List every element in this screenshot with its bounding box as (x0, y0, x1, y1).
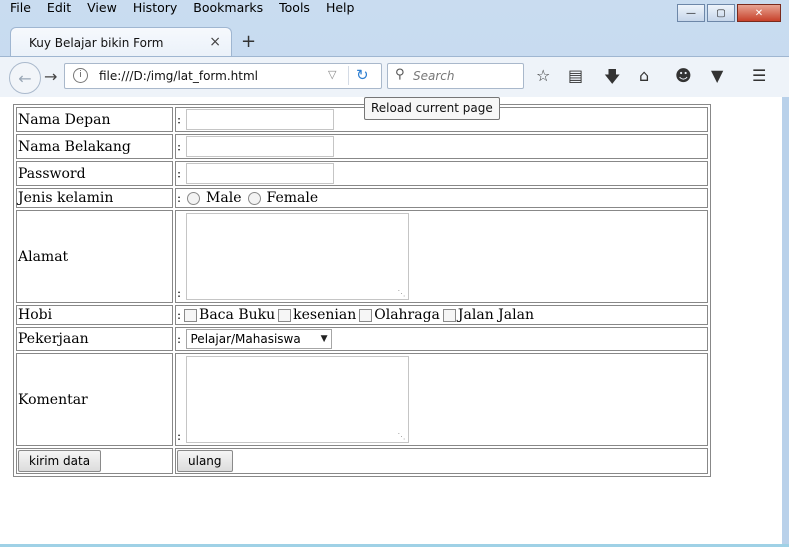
url-text[interactable]: file:///D:/img/lat_form.html (99, 69, 258, 83)
table-row: Alamat : ⋱ (16, 210, 708, 303)
chevron-down-icon: ▼ (320, 334, 328, 344)
menu-edit[interactable]: Edit (37, 0, 77, 18)
address-textarea[interactable]: ⋱ (185, 213, 409, 300)
first-name-input[interactable] (185, 109, 334, 130)
bookmark-star-icon[interactable]: ☆ (536, 66, 550, 85)
submit-button[interactable]: kirim data (18, 450, 102, 472)
resize-grip-icon[interactable]: ⋱ (398, 432, 406, 441)
password-input[interactable] (185, 163, 334, 184)
back-button[interactable]: ← (9, 62, 41, 94)
info-icon[interactable]: i (73, 68, 88, 83)
colon: : (177, 286, 182, 300)
gender-cell: : Male Female (175, 188, 708, 208)
menu-history[interactable]: History (123, 0, 183, 18)
window-controls: — ▢ ✕ (677, 4, 781, 22)
reset-cell: ulang (175, 448, 708, 474)
job-select[interactable]: Pelajar/Mahasiswa ▼ (185, 329, 332, 349)
comment-cell: : ⋱ (175, 353, 708, 446)
pocket-icon[interactable]: ▼ (711, 66, 723, 85)
password-label: Password (16, 161, 173, 186)
tab-active[interactable]: Kuy Belajar bikin Form × (10, 27, 232, 58)
menu-help[interactable]: Help (316, 0, 361, 18)
minimize-button[interactable]: — (677, 4, 705, 22)
search-input[interactable]: ⚲ Search (387, 63, 524, 89)
address-label: Alamat (16, 210, 173, 303)
menu-bar: File Edit View History Bookmarks Tools H… (0, 0, 680, 18)
colon: : (177, 191, 182, 205)
url-dropdown-icon[interactable]: ▽ (328, 68, 336, 81)
forward-arrow-icon[interactable]: → (44, 67, 57, 86)
hobby-label-read: Baca Buku (199, 307, 276, 323)
colon: : (177, 429, 182, 443)
table-row: Komentar : ⋱ (16, 353, 708, 446)
close-window-button[interactable]: ✕ (737, 4, 781, 22)
menu-hamburger-icon[interactable]: ☰ (752, 66, 766, 85)
maximize-button[interactable]: ▢ (707, 4, 735, 22)
hobby-label-art: kesenian (293, 307, 357, 323)
table-row: Password : (16, 161, 708, 186)
home-icon[interactable]: ⌂ (639, 66, 649, 85)
form-table: Nama Depan : Nama Belakang : Password : … (13, 104, 711, 477)
search-placeholder: Search (413, 69, 455, 83)
hobby-label: Hobi (16, 305, 173, 325)
menu-view[interactable]: View (77, 0, 123, 18)
new-tab-button[interactable]: + (241, 31, 256, 52)
reload-icon[interactable]: ↻ (356, 66, 369, 84)
back-arrow-icon: ← (18, 68, 32, 88)
menu-file[interactable]: File (0, 0, 37, 18)
reading-list-icon[interactable]: ▤ (568, 66, 583, 85)
comment-textarea[interactable]: ⋱ (185, 356, 409, 443)
male-radio[interactable] (187, 191, 201, 205)
table-row: kirim data ulang (16, 448, 708, 474)
hobby-checkbox-travel[interactable] (442, 308, 456, 322)
submit-cell: kirim data (16, 448, 173, 474)
hobby-checkbox-sport[interactable] (359, 308, 373, 322)
first-name-label: Nama Depan (16, 107, 173, 132)
reset-button[interactable]: ulang (177, 450, 233, 472)
colon: : (177, 308, 182, 322)
hello-chat-icon[interactable]: ☻ (675, 66, 692, 85)
table-row: Nama Depan : (16, 107, 708, 132)
comment-label: Komentar (16, 353, 173, 446)
address-cell: : ⋱ (175, 210, 708, 303)
table-row: Nama Belakang : (16, 134, 708, 159)
tab-title: Kuy Belajar bikin Form (29, 36, 164, 50)
colon: : (177, 139, 182, 154)
female-radio[interactable] (247, 191, 261, 205)
hobby-cell: : Baca Buku kesenian Olahraga Jalan Jalan (175, 305, 708, 325)
male-label: Male (206, 190, 242, 206)
colon: : (177, 112, 182, 127)
url-bar[interactable]: i file:///D:/img/lat_form.html ▽ ↻ (64, 63, 382, 89)
browser-window: File Edit View History Bookmarks Tools H… (0, 0, 789, 547)
colon: : (177, 166, 182, 181)
last-name-cell: : (175, 134, 708, 159)
colon: : (177, 332, 182, 346)
last-name-input[interactable] (185, 136, 334, 157)
hobby-label-sport: Olahraga (374, 307, 440, 323)
tab-close-icon[interactable]: × (209, 34, 221, 50)
resize-grip-icon[interactable]: ⋱ (398, 289, 406, 298)
table-row: Hobi : Baca Buku kesenian Olahraga Jalan Jal… (16, 305, 708, 325)
reload-tooltip: Reload current page (364, 97, 500, 120)
job-cell: : Pelajar/Mahasiswa ▼ (175, 327, 708, 351)
gender-label: Jenis kelamin (16, 188, 173, 208)
table-row: Pekerjaan : Pelajar/Mahasiswa ▼ (16, 327, 708, 351)
menu-tools[interactable]: Tools (269, 0, 316, 18)
menu-bookmarks[interactable]: Bookmarks (183, 0, 269, 18)
downloads-icon[interactable]: 🡇 (604, 66, 620, 93)
hobby-checkbox-read[interactable] (184, 308, 198, 322)
last-name-label: Nama Belakang (16, 134, 173, 159)
job-select-value: Pelajar/Mahasiswa (190, 332, 301, 346)
password-cell: : (175, 161, 708, 186)
hobby-checkbox-art[interactable] (278, 308, 292, 322)
page-content: Nama Depan : Nama Belakang : Password : … (0, 97, 782, 547)
job-label: Pekerjaan (16, 327, 173, 351)
table-row: Jenis kelamin : Male Female (16, 188, 708, 208)
url-divider (348, 66, 349, 85)
hobby-label-travel: Jalan Jalan (457, 307, 534, 323)
search-icon: ⚲ (395, 67, 405, 82)
right-frame-edge (782, 97, 789, 547)
female-label: Female (266, 190, 319, 206)
